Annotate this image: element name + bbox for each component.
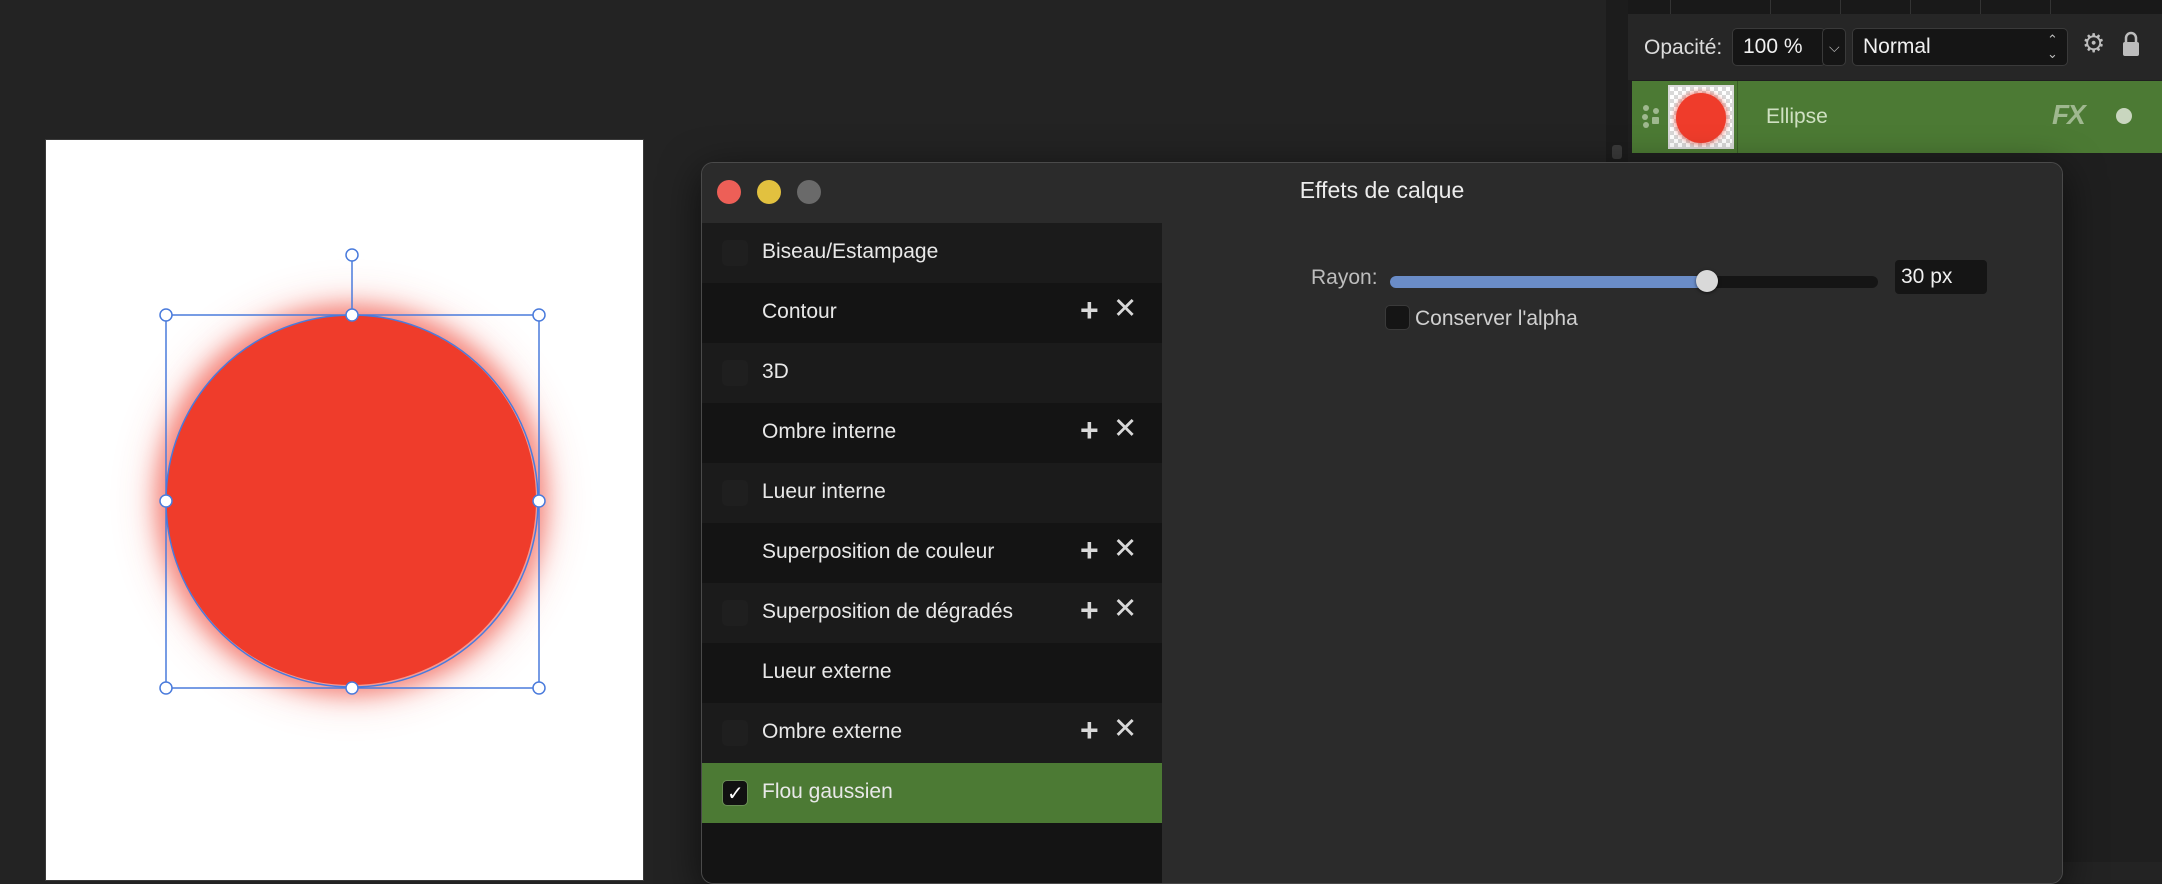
gear-icon[interactable]: ⚙ <box>2082 28 2105 59</box>
radius-label: Rayon: <box>1311 266 1378 289</box>
remove-effect-icon[interactable]: ✕ <box>1113 415 1137 444</box>
visibility-dot-icon[interactable] <box>2116 108 2132 124</box>
add-effect-icon[interactable]: + <box>1080 534 1099 566</box>
resize-handle-nw[interactable] <box>159 308 173 322</box>
resize-handle-w[interactable] <box>159 494 173 508</box>
effect-row[interactable]: 3D <box>702 343 1162 403</box>
checkmark-icon: ✓ <box>727 783 744 805</box>
resize-handle-sw[interactable] <box>159 681 173 695</box>
resize-handle-s[interactable] <box>345 681 359 695</box>
chevron-down-icon: ⌵ <box>1829 39 1840 55</box>
effect-checkbox[interactable] <box>722 600 748 626</box>
add-effect-icon[interactable]: + <box>1080 294 1099 326</box>
effect-row[interactable]: Ombre interne + ✕ <box>702 403 1162 463</box>
updown-chevron-icon: ⌃ ⌄ <box>2047 32 2058 61</box>
effect-checkbox[interactable]: ✓ <box>722 780 748 806</box>
effect-label: Superposition de dégradés <box>762 600 1014 623</box>
effect-checkbox[interactable] <box>722 240 748 266</box>
opacity-label: Opacité: <box>1644 36 1723 59</box>
effect-checkbox[interactable] <box>722 480 748 506</box>
effect-row[interactable]: Contour + ✕ <box>702 283 1162 343</box>
effect-label: Flou gaussien <box>762 780 893 803</box>
preserve-alpha-checkbox[interactable] <box>1385 305 1410 330</box>
effect-row[interactable]: ✓ Flou gaussien <box>702 763 1162 823</box>
effect-row[interactable]: Lueur interne <box>702 463 1162 523</box>
blend-mode-value: Normal <box>1863 35 1931 58</box>
radius-slider-fill <box>1390 276 1708 288</box>
effect-list: Biseau/Estampage Contour + ✕ 3D Ombre interne… <box>702 223 1162 883</box>
fx-icon[interactable]: FX <box>2052 99 2086 131</box>
radius-value-field[interactable]: 30 px <box>1895 260 1987 294</box>
scrollbar-thumb[interactable] <box>1612 145 1622 159</box>
remove-effect-icon[interactable]: ✕ <box>1113 715 1137 744</box>
effect-label: Ombre externe <box>762 720 903 743</box>
resize-handle-n[interactable] <box>345 308 359 322</box>
preserve-alpha-label: Conserver l'alpha <box>1415 307 1578 330</box>
selection-handles[interactable] <box>46 140 643 880</box>
opacity-field[interactable]: 100 % <box>1732 28 1826 66</box>
dialog-titlebar[interactable]: Effets de calque <box>702 163 2062 223</box>
effect-label: Biseau/Estampage <box>762 240 939 263</box>
effect-checkbox[interactable] <box>722 420 748 446</box>
effect-row[interactable]: Superposition de dégradés + ✕ <box>702 583 1162 643</box>
dialog-title: Effets de calque <box>1299 177 1465 203</box>
layer-row-ellipse[interactable]: Ellipse FX <box>1632 81 2162 153</box>
lock-icon[interactable] <box>2122 30 2140 58</box>
resize-handle-ne[interactable] <box>532 308 546 322</box>
effect-label: Lueur interne <box>762 480 886 503</box>
effect-settings: Rayon: 30 px Conserver l'alpha <box>1162 223 2062 883</box>
effect-label: Contour <box>762 300 837 323</box>
effect-checkbox[interactable] <box>722 660 748 686</box>
layer-type-icon <box>1642 105 1659 128</box>
effect-label: Ombre interne <box>762 420 897 443</box>
add-effect-icon[interactable]: + <box>1080 714 1099 746</box>
effect-row[interactable]: Biseau/Estampage <box>702 223 1162 283</box>
rotation-handle[interactable] <box>345 248 359 262</box>
radius-slider-knob[interactable] <box>1696 270 1719 292</box>
layer-effects-dialog: Effets de calque Biseau/Estampage Contour… <box>701 162 2063 884</box>
opacity-dropdown[interactable]: ⌵ <box>1822 28 1846 66</box>
ellipse-outline <box>165 314 539 688</box>
effect-checkbox[interactable] <box>722 720 748 746</box>
blend-mode-select[interactable]: Normal ⌃ ⌄ <box>1852 28 2068 66</box>
resize-handle-e[interactable] <box>532 494 546 508</box>
effect-checkbox[interactable] <box>722 360 748 386</box>
effect-label: Lueur externe <box>762 660 892 683</box>
resize-handle-se[interactable] <box>532 681 546 695</box>
opacity-row: Opacité: 100 % ⌵ Normal ⌃ ⌄ ⚙ <box>1628 14 2162 80</box>
layer-name[interactable]: Ellipse <box>1766 105 1828 129</box>
panel-tab-strip[interactable] <box>1628 0 2162 14</box>
radius-slider[interactable] <box>1390 270 1878 292</box>
layer-thumbnail <box>1668 85 1734 149</box>
effect-row[interactable]: Ombre externe + ✕ <box>702 703 1162 763</box>
effect-label: Superposition de couleur <box>762 540 995 563</box>
canvas-document[interactable] <box>46 140 643 880</box>
effect-checkbox[interactable] <box>722 540 748 566</box>
remove-effect-icon[interactable]: ✕ <box>1113 535 1137 564</box>
remove-effect-icon[interactable]: ✕ <box>1113 295 1137 324</box>
effect-row[interactable]: Lueur externe <box>702 643 1162 703</box>
add-effect-icon[interactable]: + <box>1080 594 1099 626</box>
remove-effect-icon[interactable]: ✕ <box>1113 595 1137 624</box>
effect-checkbox[interactable] <box>722 300 748 326</box>
effect-label: 3D <box>762 360 789 383</box>
add-effect-icon[interactable]: + <box>1080 414 1099 446</box>
effect-row[interactable]: Superposition de couleur + ✕ <box>702 523 1162 583</box>
